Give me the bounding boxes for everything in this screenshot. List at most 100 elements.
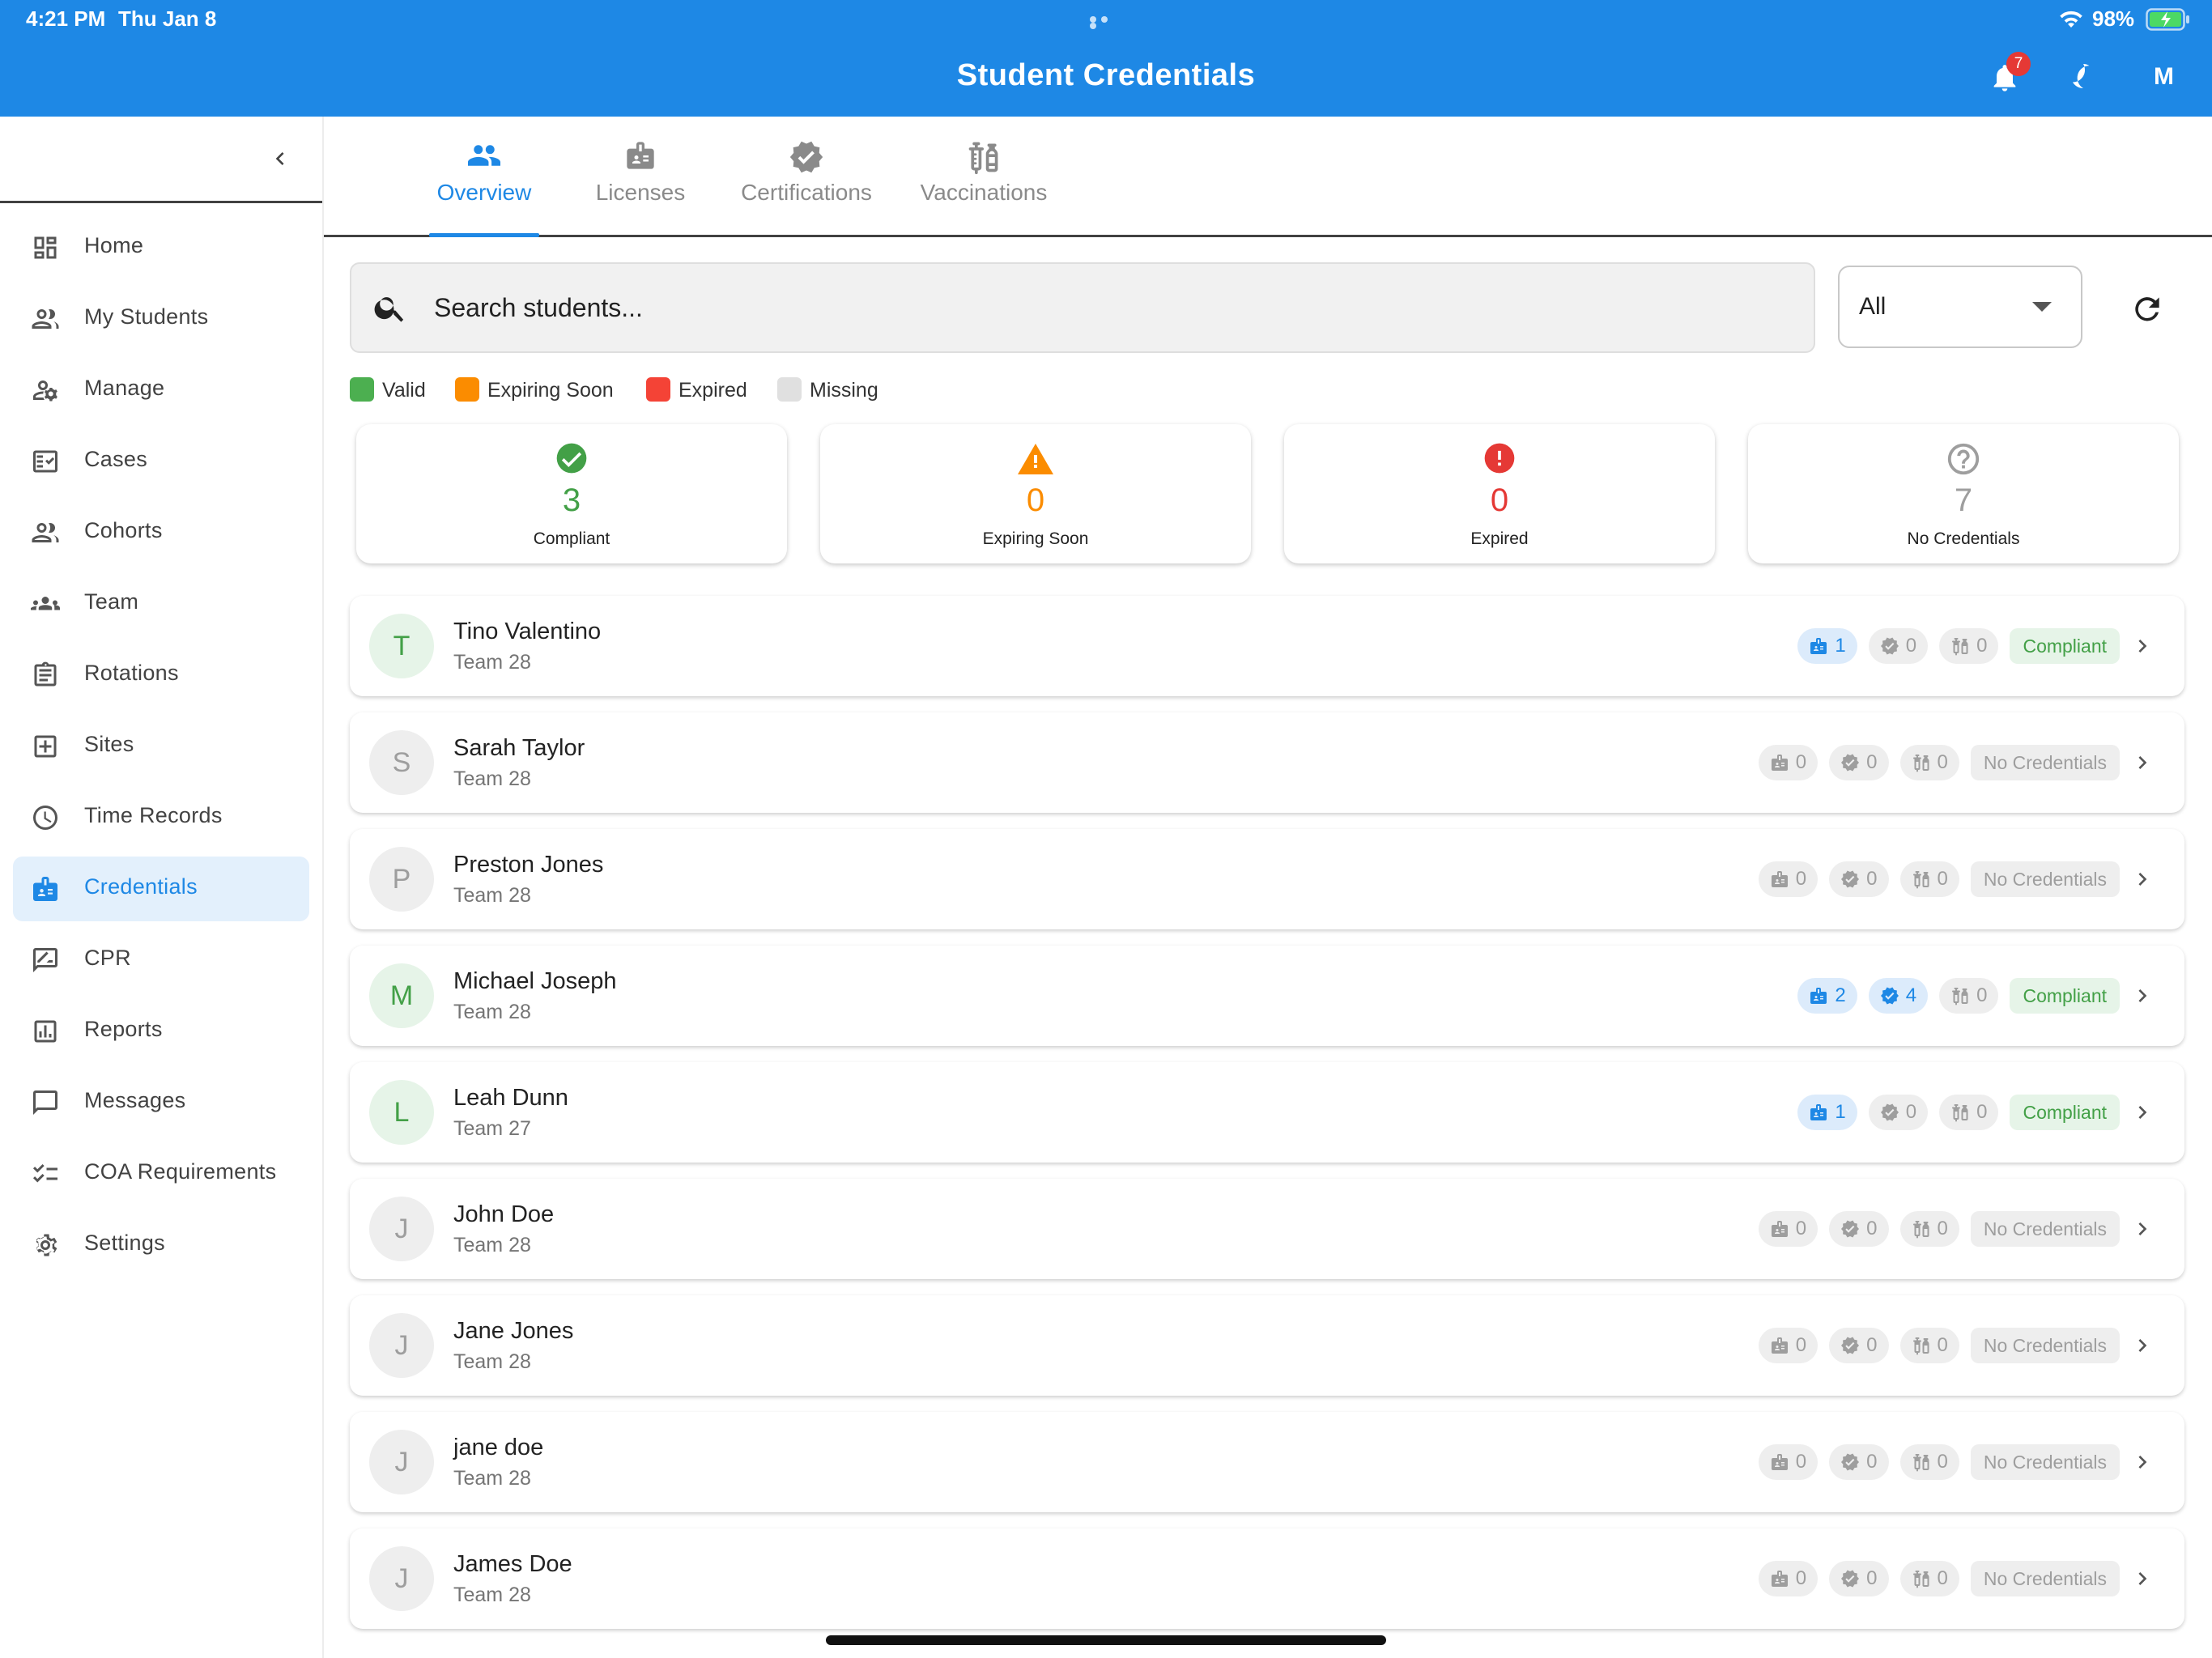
sidebar-item-coa-requirements[interactable]: COA Requirements <box>13 1141 309 1206</box>
licenses-count-chip: 0 <box>1758 861 1819 897</box>
student-team: Team 28 <box>453 1467 531 1490</box>
sidebar-item-team[interactable]: Team <box>13 572 309 636</box>
sidebar-divider <box>0 201 322 203</box>
sidebar-item-rotations[interactable]: Rotations <box>13 643 309 708</box>
certifications-count: 0 <box>1905 635 1917 657</box>
student-row[interactable]: M Michael Joseph Team 28 2 4 0 Compliant <box>350 946 2184 1046</box>
tab-label: Overview <box>436 180 532 205</box>
student-row[interactable]: P Preston Jones Team 28 0 0 0 No Credent… <box>350 829 2184 929</box>
student-row[interactable]: S Sarah Taylor Team 28 0 0 0 No Credenti… <box>350 712 2184 813</box>
gear-icon <box>31 1231 60 1260</box>
vaccinations-count-chip: 0 <box>1899 1328 1959 1363</box>
active-tab-indicator <box>429 233 539 237</box>
stat-value: 0 <box>1490 483 1509 518</box>
sidebar-item-manage[interactable]: Manage <box>13 358 309 423</box>
stat-card-expired[interactable]: 0 Expired <box>1284 424 1715 563</box>
legend-swatch <box>777 377 802 402</box>
vaccine-icon <box>1952 988 1968 1005</box>
credential-chips: 0 0 0 No Credentials <box>1758 1561 2120 1596</box>
vaccine-icon <box>1912 1221 1929 1239</box>
multitasking-dots-icon[interactable] <box>1090 16 1122 29</box>
sidebar-item-cases[interactable]: Cases <box>13 429 309 494</box>
sidebar-item-cpr[interactable]: CPR <box>13 928 309 993</box>
app-bar: 4:21 PM Thu Jan 8 98% Student Credential… <box>0 0 2212 117</box>
collapse-sidebar-chevron-left-icon[interactable] <box>267 146 293 172</box>
tab-vaccinations[interactable]: Vaccinations <box>913 117 1054 235</box>
sidebar-item-label: Manage <box>84 376 165 400</box>
vaccinations-count: 0 <box>1976 1101 1988 1123</box>
sidebar-item-label: Messages <box>84 1088 186 1112</box>
vaccinations-count-chip: 0 <box>1939 978 1999 1014</box>
vaccine-icon <box>1952 638 1968 656</box>
sidebar-item-label: CPR <box>84 946 131 970</box>
legend-expiring-soon: Expiring Soon <box>455 377 633 403</box>
user-avatar-button[interactable]: M <box>2154 63 2174 91</box>
sidebar-item-cohorts[interactable]: Cohorts <box>13 500 309 565</box>
chevron-right-icon[interactable] <box>2129 750 2155 776</box>
certifications-count-chip: 0 <box>1829 1211 1889 1247</box>
certifications-count-chip: 0 <box>1829 1328 1889 1363</box>
sidebar-item-time-records[interactable]: Time Records <box>13 785 309 850</box>
sidebar-item-credentials[interactable]: Credentials <box>13 857 309 921</box>
status-badge: No Credentials <box>1970 1328 2120 1363</box>
tab-overview[interactable]: Overview <box>429 117 539 237</box>
tab-licenses[interactable]: Licenses <box>581 117 700 235</box>
chevron-right-icon[interactable] <box>2129 866 2155 892</box>
sidebar-item-settings[interactable]: Settings <box>13 1213 309 1278</box>
licenses-count: 1 <box>1835 1101 1846 1123</box>
student-row[interactable]: L Leah Dunn Team 27 1 0 0 Compliant <box>350 1062 2184 1163</box>
tab-label: Licenses <box>595 180 686 205</box>
vaccinations-count: 0 <box>1937 868 1948 890</box>
student-avatar: P <box>369 847 434 912</box>
sidebar-item-reports[interactable]: Reports <box>13 999 309 1064</box>
student-name: John Doe <box>453 1201 555 1227</box>
credential-chips: 0 0 0 No Credentials <box>1758 745 2120 780</box>
chevron-right-icon[interactable] <box>2129 983 2155 1009</box>
vaccine-icon <box>1912 871 1929 889</box>
stat-card-compliant[interactable]: 3 Compliant <box>356 424 787 563</box>
chevron-right-icon[interactable] <box>2129 1099 2155 1125</box>
status-filter-select[interactable]: All <box>1838 266 2082 348</box>
sidebar-item-home[interactable]: Home <box>13 215 309 280</box>
sidebar-item-messages[interactable]: Messages <box>13 1070 309 1135</box>
chevron-right-icon[interactable] <box>2129 1333 2155 1358</box>
stat-label: Expiring Soon <box>982 529 1089 548</box>
sidebar-item-my-students[interactable]: My Students <box>13 287 309 351</box>
student-avatar: J <box>369 1546 434 1611</box>
verified-icon <box>789 139 824 175</box>
chevron-right-icon[interactable] <box>2129 1566 2155 1592</box>
chevron-right-icon[interactable] <box>2129 1216 2155 1242</box>
vaccinations-count-chip: 0 <box>1899 861 1959 897</box>
sidebar-item-label: Home <box>84 233 144 257</box>
legend-expired: Expired <box>646 377 768 403</box>
vaccinations-count-chip: 0 <box>1899 1444 1959 1480</box>
credential-chips: 0 0 0 No Credentials <box>1758 1444 2120 1480</box>
tab-certifications[interactable]: Certifications <box>729 117 884 235</box>
sidebar-item-label: Settings <box>84 1231 165 1255</box>
student-row[interactable]: J Jane Jones Team 28 0 0 0 No Credential… <box>350 1295 2184 1396</box>
certifications-count: 0 <box>1905 1101 1917 1123</box>
stat-card-expiring-soon[interactable]: 0 Expiring Soon <box>820 424 1251 563</box>
certifications-count: 0 <box>1866 751 1878 773</box>
certifications-count-chip: 4 <box>1868 978 1929 1014</box>
tab-label: Certifications <box>741 180 872 205</box>
status-badge: No Credentials <box>1970 861 2120 897</box>
student-row[interactable]: T Tino Valentino Team 28 1 0 0 Compliant <box>350 596 2184 696</box>
sidebar-item-label: Reports <box>84 1017 163 1041</box>
dark-mode-moon-icon[interactable] <box>2066 62 2095 91</box>
people-icon <box>31 304 60 334</box>
student-row[interactable]: J James Doe Team 28 0 0 0 No Credentials <box>350 1528 2184 1629</box>
search-input[interactable]: Search students... <box>350 262 1815 353</box>
sidebar-item-sites[interactable]: Sites <box>13 714 309 779</box>
stat-card-no-credentials[interactable]: 7 No Credentials <box>1748 424 2179 563</box>
legend-swatch <box>646 377 670 402</box>
chevron-right-icon[interactable] <box>2129 1449 2155 1475</box>
vaccinations-count-chip: 0 <box>1939 1095 1999 1130</box>
student-row[interactable]: J jane doe Team 28 0 0 0 No Credentials <box>350 1412 2184 1512</box>
chevron-right-icon[interactable] <box>2129 633 2155 659</box>
refresh-icon[interactable] <box>2129 291 2165 327</box>
student-row[interactable]: J John Doe Team 28 0 0 0 No Credentials <box>350 1179 2184 1279</box>
home-indicator[interactable] <box>826 1635 1386 1645</box>
licenses-count-chip: 1 <box>1797 628 1857 664</box>
vaccinations-count-chip: 0 <box>1899 745 1959 780</box>
